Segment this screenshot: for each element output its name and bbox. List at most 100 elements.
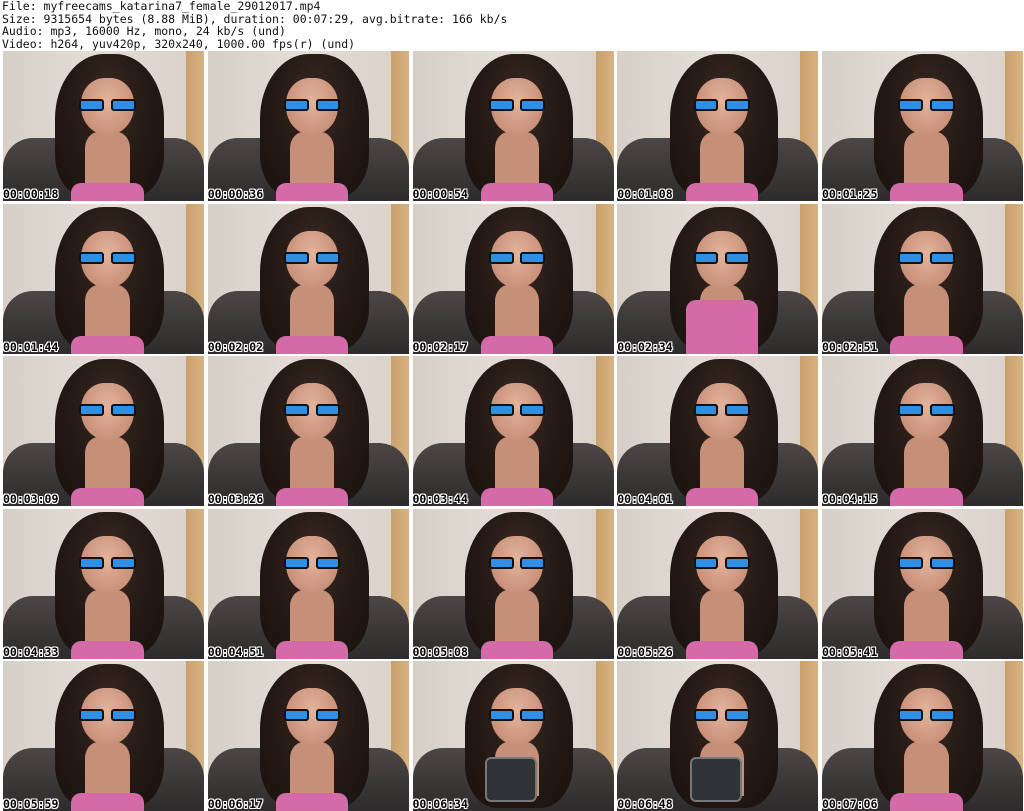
- thumbnail-timestamp: 00:05:08: [412, 644, 468, 659]
- video-thumbnail: 00:02:51: [822, 203, 1023, 354]
- pink-top: [480, 640, 554, 659]
- neck: [904, 132, 949, 186]
- video-thumbnail: 00:06:48: [617, 661, 819, 811]
- neck: [85, 589, 130, 644]
- video-thumbnail: 00:06:17: [207, 661, 409, 811]
- pink-top: [890, 335, 963, 354]
- video-thumbnail: 00:01:44: [3, 203, 204, 354]
- thumbnail-grid: 00:00:18 00:00:36 00:00:54 00:01:08 00:0…: [3, 51, 1023, 811]
- neck: [494, 284, 540, 339]
- neck: [85, 132, 130, 186]
- neck: [699, 589, 744, 644]
- video-thumbnail: 00:03:09: [3, 356, 204, 506]
- pink-top: [71, 488, 144, 506]
- audio-info-line: Audio: mp3, 16000 Hz, mono, 24 kb/s (und…: [2, 24, 286, 39]
- thumbnail-timestamp: 00:01:44: [3, 339, 59, 354]
- glasses: [693, 556, 750, 569]
- thumbnail-timestamp: 00:04:15: [822, 492, 878, 506]
- thumbnail-timestamp: 00:05:59: [3, 797, 59, 811]
- neck: [290, 132, 335, 186]
- glasses: [79, 404, 136, 416]
- glasses: [79, 709, 136, 721]
- video-thumbnail: 00:05:59: [3, 661, 204, 811]
- thumbnail-timestamp: 00:02:34: [617, 339, 673, 354]
- pink-top: [276, 488, 349, 506]
- thumbnail-timestamp: 00:06:17: [207, 797, 264, 811]
- glasses: [693, 251, 750, 264]
- neck: [85, 742, 130, 796]
- neck: [290, 437, 335, 491]
- video-thumbnail: 00:05:26: [617, 508, 819, 659]
- video-thumbnail: 00:00:18: [3, 51, 204, 201]
- thumbnail-timestamp: 00:06:34: [412, 797, 468, 811]
- video-thumbnail: 00:02:02: [207, 203, 409, 354]
- thumbnail-timestamp: 00:05:26: [617, 644, 673, 659]
- glasses: [284, 251, 341, 264]
- thumbnail-timestamp: 00:04:01: [617, 492, 673, 506]
- pink-top: [480, 335, 554, 354]
- glasses: [898, 404, 955, 416]
- glasses: [693, 99, 750, 111]
- video-thumbnail: 00:04:01: [617, 356, 819, 506]
- neck: [85, 284, 130, 339]
- neck: [904, 284, 949, 339]
- glasses: [693, 404, 750, 416]
- glasses: [284, 404, 341, 416]
- video-thumbnail: 00:07:06: [822, 661, 1023, 811]
- pink-top: [685, 488, 758, 506]
- neck: [290, 742, 335, 796]
- video-thumbnail: 00:05:08: [412, 508, 614, 659]
- glasses: [898, 99, 955, 111]
- glasses: [79, 99, 136, 111]
- glasses: [693, 709, 750, 721]
- neck: [699, 132, 744, 186]
- neck: [494, 589, 540, 644]
- neck: [290, 284, 335, 339]
- thumbnail-timestamp: 00:03:44: [412, 492, 468, 506]
- thumbnail-timestamp: 00:02:17: [412, 339, 468, 354]
- glasses: [284, 556, 341, 569]
- pink-top: [480, 488, 554, 506]
- pink-top: [890, 793, 963, 811]
- pink-top: [685, 640, 758, 659]
- thumbnail-timestamp: 00:06:48: [617, 797, 673, 811]
- thumbnail-timestamp: 00:02:02: [207, 339, 264, 354]
- pink-top: [276, 183, 349, 201]
- video-thumbnail: 00:04:51: [207, 508, 409, 659]
- pink-top: [480, 183, 554, 201]
- glasses: [898, 251, 955, 264]
- video-thumbnail: 00:05:41: [822, 508, 1023, 659]
- thumbnail-timestamp: 00:05:41: [822, 644, 878, 659]
- video-thumbnail: 00:02:17: [412, 203, 614, 354]
- thumbnail-timestamp: 00:00:54: [412, 187, 468, 201]
- glasses: [284, 709, 341, 721]
- pink-top: [71, 793, 144, 811]
- neck: [904, 742, 949, 796]
- glasses: [488, 251, 546, 264]
- glasses: [79, 556, 136, 569]
- neck: [699, 437, 744, 491]
- video-thumbnail: 00:03:26: [207, 356, 409, 506]
- thumbnail-timestamp: 00:01:08: [617, 187, 673, 201]
- pink-top: [71, 183, 144, 201]
- phone-icon: [689, 757, 742, 802]
- neck: [494, 132, 540, 186]
- pink-top: [276, 640, 349, 659]
- video-thumbnail: 00:01:08: [617, 51, 819, 201]
- video-thumbnail: 00:01:25: [822, 51, 1023, 201]
- video-info-line: Video: h264, yuv420p, 320x240, 1000.00 f…: [2, 36, 356, 51]
- pink-top: [890, 640, 963, 659]
- video-thumbnail: 00:00:54: [412, 51, 614, 201]
- thumbnail-timestamp: 00:01:25: [822, 187, 878, 201]
- glasses: [898, 556, 955, 569]
- pink-top: [685, 299, 758, 354]
- glasses: [79, 251, 136, 264]
- pink-top: [71, 640, 144, 659]
- glasses: [488, 99, 546, 111]
- file-info-header: File: myfreecams_katarina7_female_290120…: [2, 0, 507, 50]
- thumbnail-timestamp: 00:00:18: [3, 187, 59, 201]
- pink-top: [71, 335, 144, 354]
- pink-top: [685, 183, 758, 201]
- neck: [904, 589, 949, 644]
- video-thumbnail: 00:02:34: [617, 203, 819, 354]
